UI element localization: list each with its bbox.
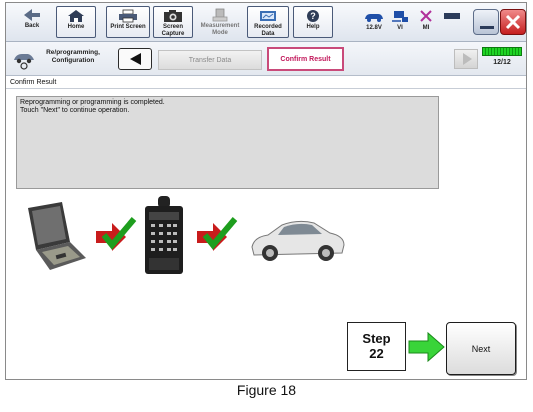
reprogramming-label: Re/programming, Configuration xyxy=(46,49,100,64)
message-line: Touch "Next" to continue operation. xyxy=(20,107,130,114)
top-toolbar: Back Home Print Screen Screen Capture Me… xyxy=(6,3,526,42)
page-count: 12/12 xyxy=(493,59,511,66)
vehicle-battery-icon xyxy=(365,14,383,22)
consult-window: Back Home Print Screen Screen Capture Me… xyxy=(5,2,527,380)
car-icon xyxy=(251,220,345,261)
camera-icon xyxy=(164,10,182,22)
check-arrow-icon xyxy=(96,217,137,251)
recorded-data-button[interactable]: Recorded Data xyxy=(247,6,289,38)
check-arrow-icon xyxy=(197,217,238,251)
home-icon xyxy=(68,10,84,22)
home-button[interactable]: Home xyxy=(56,6,96,38)
previous-step-button[interactable] xyxy=(118,48,152,70)
mi-status: MI xyxy=(413,6,439,38)
mi-disconnected-icon xyxy=(420,10,432,22)
section-title: Confirm Result xyxy=(6,76,526,89)
measurement-mode-button[interactable]: Measurement Mode xyxy=(200,6,240,38)
progress-bar xyxy=(482,47,522,56)
next-button[interactable]: Next xyxy=(446,322,516,375)
vi-device-icon xyxy=(145,196,183,274)
screen-capture-button[interactable]: Screen Capture xyxy=(153,6,193,38)
breadcrumb: Re/programming, Configuration Transfer D… xyxy=(6,42,526,76)
close-icon xyxy=(505,14,521,30)
laptop-icon xyxy=(28,202,86,270)
progress-fill xyxy=(483,48,521,55)
close-button[interactable] xyxy=(500,9,526,35)
recorded-data-icon xyxy=(260,11,276,21)
connection-status xyxy=(439,6,465,38)
figure-caption: Figure 18 xyxy=(236,382,297,398)
reprogramming-icon xyxy=(14,54,34,70)
step-number: 22 xyxy=(369,346,384,361)
minimize-button[interactable] xyxy=(473,9,499,35)
step-transfer-data: Transfer Data xyxy=(158,50,262,70)
back-button[interactable]: Back xyxy=(12,6,52,38)
message-line: Reprogramming or programming is complete… xyxy=(20,99,165,106)
print-screen-button[interactable]: Print Screen xyxy=(106,6,150,38)
step-confirm-result: Confirm Result xyxy=(267,47,344,71)
measurement-icon xyxy=(212,8,228,22)
battery-status: 12.8V xyxy=(361,6,387,38)
message-box: Reprogramming or programming is complete… xyxy=(16,96,439,189)
device-bar-icon xyxy=(444,13,460,19)
help-button[interactable]: ? Help xyxy=(293,6,333,38)
step-indicator: Step 22 xyxy=(347,322,406,371)
green-arrow-icon xyxy=(408,331,445,363)
help-icon: ? xyxy=(307,10,319,22)
svg-text:?: ? xyxy=(310,11,316,21)
next-step-arrow xyxy=(454,49,478,69)
step-label: Step xyxy=(362,331,391,346)
vi-status: VI xyxy=(387,6,413,38)
printer-icon xyxy=(119,9,137,23)
back-arrow-icon xyxy=(24,9,40,21)
vi-connection-icon xyxy=(392,11,408,22)
